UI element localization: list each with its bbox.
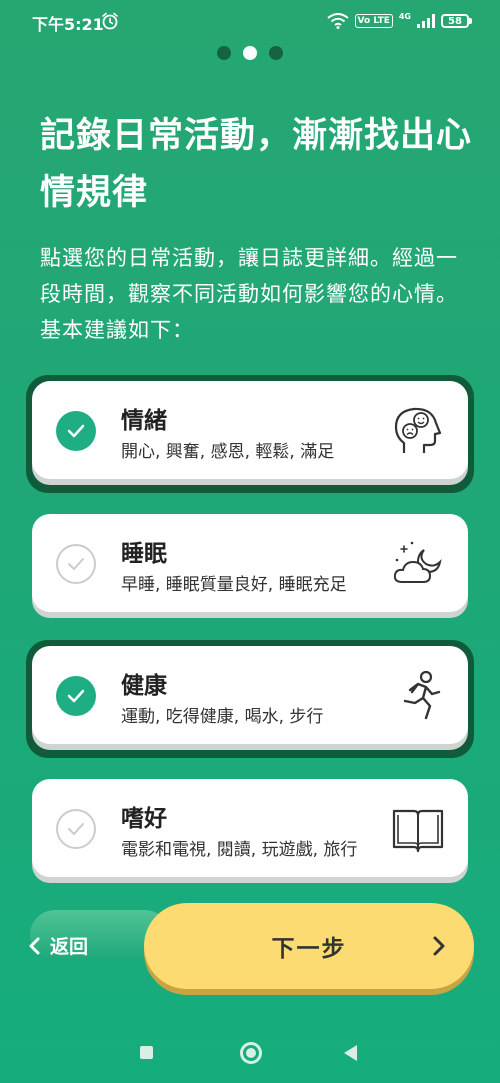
category-card-health[interactable]: 健康 運動, 吃得健康, 喝水, 步行 <box>32 646 468 744</box>
next-button-label: 下一步 <box>271 936 347 962</box>
battery-icon: 58 <box>441 14 472 28</box>
category-card-mood[interactable]: 情緒 開心, 興奮, 感恩, 輕鬆, 滿足 <box>32 381 468 479</box>
category-card-mood-wrapper: 情緒 開心, 興奮, 感恩, 輕鬆, 滿足 <box>26 375 474 493</box>
status-bar: 下午5:21 Vo LTE 4G 58 <box>0 0 500 44</box>
system-back-button[interactable] <box>344 1045 357 1061</box>
running-person-icon <box>403 670 441 720</box>
next-button[interactable]: 下一步 <box>144 903 474 989</box>
system-nav-bar <box>0 1030 500 1080</box>
checkbox-unchecked[interactable] <box>56 544 96 584</box>
category-card-sleep-wrapper: 睡眠 早睡, 睡眠質量良好, 睡眠充足 <box>26 508 474 626</box>
card-description: 早睡, 睡眠質量良好, 睡眠充足 <box>121 575 347 595</box>
network-type: 4G <box>398 11 411 21</box>
chevron-right-icon <box>433 936 445 956</box>
recent-apps-button[interactable] <box>140 1046 153 1059</box>
check-icon <box>68 558 84 570</box>
page-title: 記錄日常活動，漸漸找出心情規律 <box>40 116 473 213</box>
card-title: 健康 <box>121 673 167 699</box>
check-icon <box>68 823 84 835</box>
card-description: 運動, 吃得健康, 喝水, 步行 <box>121 707 324 727</box>
wifi-icon <box>326 13 349 29</box>
card-description: 開心, 興奮, 感恩, 輕鬆, 滿足 <box>121 442 335 462</box>
check-icon <box>67 689 85 703</box>
card-title: 情緒 <box>121 408 167 434</box>
card-title: 嗜好 <box>121 806 167 832</box>
category-card-sleep[interactable]: 睡眠 早睡, 睡眠質量良好, 睡眠充足 <box>32 514 468 612</box>
checkbox-checked[interactable] <box>56 676 96 716</box>
checkbox-unchecked[interactable] <box>56 809 96 849</box>
battery-level: 58 <box>448 15 462 27</box>
page-dot-1 <box>217 46 231 60</box>
category-card-hobbies[interactable]: 嗜好 電影和電視, 閱讀, 玩遊戲, 旅行 <box>32 779 468 877</box>
status-time: 下午5:21 <box>32 15 104 34</box>
status-indicators: Vo LTE 4G 58 <box>326 10 472 32</box>
moon-cloud-icon <box>393 541 442 583</box>
back-button[interactable]: 返回 <box>28 932 88 959</box>
mood-face-icon <box>394 407 442 453</box>
home-button[interactable] <box>240 1042 262 1064</box>
card-description: 電影和電視, 閱讀, 玩遊戲, 旅行 <box>121 840 358 860</box>
open-book-icon <box>392 809 444 853</box>
alarm-clock-icon <box>102 12 118 30</box>
signal-bars-icon <box>417 14 435 28</box>
category-card-health-wrapper: 健康 運動, 吃得健康, 喝水, 步行 <box>26 640 474 758</box>
page-indicator <box>0 46 500 60</box>
category-card-hobbies-wrapper: 嗜好 電影和電視, 閱讀, 玩遊戲, 旅行 <box>26 773 474 891</box>
page-dot-3 <box>269 46 283 60</box>
checkbox-checked[interactable] <box>56 411 96 451</box>
page-subtitle: 點選您的日常活動，讓日誌更詳細。經過一段時間，觀察不同活動如何影響您的心情。基本… <box>40 246 458 342</box>
check-icon <box>67 424 85 438</box>
card-title: 睡眠 <box>121 541 167 567</box>
volte-badge: Vo LTE <box>354 14 393 28</box>
chevron-left-icon <box>29 937 40 954</box>
back-button-label: 返回 <box>50 936 89 958</box>
page-dot-2-active <box>243 46 257 60</box>
